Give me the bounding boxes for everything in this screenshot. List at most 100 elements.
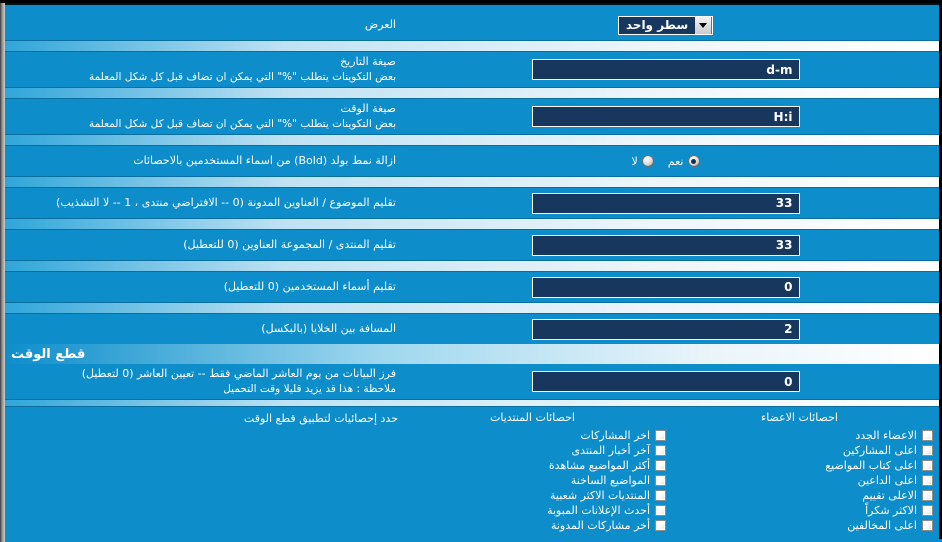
checkbox-icon[interactable] <box>655 445 666 457</box>
checkbox-row: الاكثر شكراً <box>666 503 933 518</box>
checkbox-icon[interactable] <box>922 490 933 502</box>
trim-forum-input[interactable] <box>531 234 800 256</box>
checkbox-label: المواضيع الساخنة <box>570 474 650 488</box>
checkbox-item-latest-forum-news[interactable]: آخر أخبار المنتدى <box>549 444 666 457</box>
chevron-down-icon[interactable] <box>695 16 713 34</box>
checkbox-label: آخر أخبار المنتدى <box>571 444 650 458</box>
checkbox-label: أخر مشاركات المدونة <box>550 519 650 533</box>
cellspacing-input[interactable] <box>531 318 800 340</box>
row-trim-thread: تقليم الموضوع / العناوين المدونة (0 -- ا… <box>5 188 939 218</box>
checkbox-row: الاعضاء الجدد <box>666 428 933 443</box>
checkbox-label: اخر المشاركات <box>580 429 650 443</box>
divider-4 <box>5 176 939 189</box>
checkbox-item-top-rated[interactable]: الاعلى تقييم <box>852 489 933 502</box>
checkbox-item-top-posters[interactable]: اعلى المشاركين <box>833 444 933 457</box>
stats-column-members: احصائات الاعضاء الاعضاء الجدد اعلى المشا… <box>666 411 933 533</box>
display-select[interactable]: سطر واحد <box>617 15 714 35</box>
date-format-label: صيغة التاريخ بعض التكوينات يتطلب "%" الت… <box>11 55 398 84</box>
checkbox-item-latest-classifieds[interactable]: أحدث الإعلانات المبوبة <box>525 504 666 517</box>
timecut-stats-label: حدد إحصائيات لتطبيق قطع الوقت <box>243 412 398 426</box>
checkbox-label: الاكثر شكراً <box>865 504 917 518</box>
stats-column-members-head: احصائات الاعضاء <box>761 411 838 425</box>
timecut-sort-input[interactable] <box>531 371 800 393</box>
checkbox-item-latest-posts[interactable]: اخر المشاركات <box>558 429 666 442</box>
checkbox-item-new-members[interactable]: الاعضاء الجدد <box>845 429 933 442</box>
trim-username-control <box>398 276 933 298</box>
row-time-format: صيغة الوقت بعض التكوينات يتطلب "%" التي … <box>5 99 939 134</box>
stats-column-forums: احصائات المنتديات اخر المشاركات آخر أخبا… <box>399 411 666 533</box>
row-timecut-sort: فرز البيانات من يوم العاشر الماضي فقط --… <box>5 364 939 399</box>
checkbox-icon[interactable] <box>922 475 933 487</box>
row-date-format: صيغة التاريخ بعض التكوينات يتطلب "%" الت… <box>5 52 939 87</box>
checkbox-label: أكثر المواضيع مشاهدة <box>548 459 650 473</box>
divider-2 <box>5 87 939 100</box>
radio-yes[interactable]: نعم <box>668 155 700 168</box>
checkbox-item-top-thread-starters[interactable]: اعلى كتاب المواضيع <box>815 459 933 472</box>
checkbox-icon[interactable] <box>922 430 933 442</box>
trim-forum-label: تقليم المنتدى / المجموعة العناوين (0 للت… <box>183 237 396 251</box>
date-format-control <box>398 59 933 80</box>
radio-no-dot[interactable] <box>641 155 654 168</box>
timecut-sort-title: فرز البيانات من يوم العاشر الماضي فقط --… <box>81 367 396 381</box>
checkbox-row: اعلى المشاركين <box>666 443 933 458</box>
checkbox-icon[interactable] <box>655 430 666 442</box>
checkbox-item-top-offenders[interactable]: اعلى المخالفين <box>837 519 933 532</box>
radio-no-label: لا <box>631 154 638 168</box>
checkbox-icon[interactable] <box>922 445 933 457</box>
time-format-input[interactable] <box>531 106 800 128</box>
checkbox-item-hot-threads[interactable]: المواضيع الساخنة <box>549 474 666 487</box>
checkbox-icon[interactable] <box>655 490 666 502</box>
display-label: العرض <box>364 17 396 31</box>
checkbox-row: أحدث الإعلانات المبوبة <box>399 503 666 518</box>
checkbox-label: اعلى كتاب المواضيع <box>825 459 917 473</box>
timecut-sort-control <box>398 371 933 393</box>
row-timecut-stats: احصائات الاعضاء الاعضاء الجدد اعلى المشا… <box>5 407 939 533</box>
checkbox-item-most-popular-forums[interactable]: المنتديات الاكثر شعبية <box>528 489 666 502</box>
bold-removal-control: نعم لا <box>398 155 933 168</box>
cellspacing-label: المسافة بين الخلايا (بالبكسل) <box>261 321 396 335</box>
display-select-value: سطر واحد <box>625 18 689 32</box>
checkbox-label: اعلى المشاركين <box>842 444 917 458</box>
date-format-title: صيغة التاريخ <box>340 55 396 68</box>
trim-username-input[interactable] <box>531 276 800 298</box>
checkbox-label: الاعلى تقييم <box>862 489 917 503</box>
trim-thread-label: تقليم الموضوع / العناوين المدونة (0 -- ا… <box>56 195 396 209</box>
time-format-help: بعض التكوينات يتطلب "%" التي يمكن ان تضا… <box>88 117 396 130</box>
checkbox-item-most-viewed-threads[interactable]: أكثر المواضيع مشاهدة <box>527 459 666 472</box>
radio-no[interactable]: لا <box>632 155 654 168</box>
time-format-title: صيغة الوقت <box>340 102 396 116</box>
checkbox-item-most-thanked[interactable]: الاكثر شكراً <box>855 504 933 517</box>
timecut-section-title: قطع الوقت <box>11 346 86 362</box>
stats-columns: احصائات الاعضاء الاعضاء الجدد اعلى المشا… <box>398 411 933 533</box>
date-format-input[interactable] <box>531 59 800 80</box>
divider-7 <box>5 302 939 315</box>
trim-thread-control <box>398 192 933 214</box>
checkbox-row: أخر مشاركات المدونة <box>399 518 666 533</box>
checkbox-label: الاعضاء الجدد <box>855 429 917 443</box>
checkbox-icon[interactable] <box>655 475 666 487</box>
checkbox-row: المنتديات الاكثر شعبية <box>399 488 666 503</box>
radio-yes-label: نعم <box>667 154 684 168</box>
checkbox-icon[interactable] <box>655 520 666 532</box>
bold-removal-radios: نعم لا <box>632 155 700 168</box>
timecut-sort-note: ملاحظة : هذا قد يزيد قليلا وقت التحميل <box>223 382 396 395</box>
checkbox-icon[interactable] <box>655 505 666 517</box>
checkbox-row: الاعلى تقييم <box>666 488 933 503</box>
trim-forum-control <box>398 234 933 256</box>
row-display: سطر واحد العرض <box>5 10 939 40</box>
checkbox-label: اعلى الداعين <box>857 474 917 488</box>
checkbox-row: المواضيع الساخنة <box>399 473 666 488</box>
checkbox-icon[interactable] <box>922 460 933 472</box>
bold-removal-label: ازالة نمط بولد (Bold) من اسماء المستخدمي… <box>133 153 396 167</box>
trim-thread-input[interactable] <box>531 192 800 214</box>
trim-username-label: تقليم أسماء المستخدمين (0 للتعطيل) <box>223 279 396 293</box>
checkbox-item-latest-blog-posts[interactable]: أخر مشاركات المدونة <box>529 519 666 532</box>
checkbox-item-top-referrers[interactable]: اعلى الداعين <box>848 474 933 487</box>
radio-yes-dot[interactable] <box>687 155 700 168</box>
checkbox-icon[interactable] <box>655 460 666 472</box>
divider-6 <box>5 260 939 273</box>
cellspacing-control <box>398 318 933 340</box>
checkbox-icon[interactable] <box>922 520 933 532</box>
checkbox-label: اعلى المخالفين <box>847 519 917 533</box>
checkbox-icon[interactable] <box>922 505 933 517</box>
